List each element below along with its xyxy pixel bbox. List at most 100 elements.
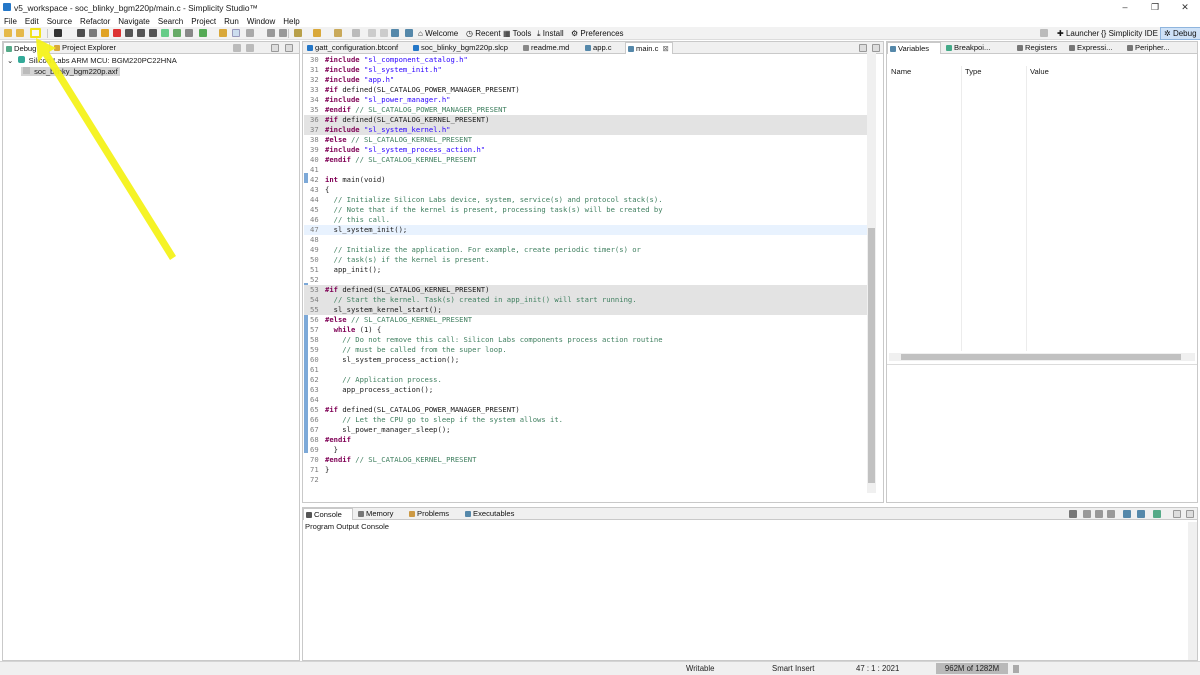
code-line[interactable]: 56 #else // SL_CATALOG_KERNEL_PRESENT [304, 315, 868, 325]
tree-root[interactable]: ⌄ Silicon Labs ARM MCU: BGM220PC22HNA [7, 56, 177, 65]
code-line[interactable]: 61 [304, 365, 868, 375]
annotation-icon[interactable] [294, 29, 302, 37]
collapse-all-icon[interactable] [233, 44, 241, 52]
code-line[interactable]: 65 #if defined(SL_CATALOG_POWER_MANAGER_P… [304, 405, 868, 415]
code-line[interactable]: 47 sl_system_init(); [304, 225, 868, 235]
preferences-button[interactable]: ⚙ Preferences [571, 28, 624, 39]
pin-console-icon[interactable] [1123, 510, 1131, 518]
column-name[interactable]: Name [891, 67, 911, 76]
code-line[interactable]: 68 #endif [304, 435, 868, 445]
code-line[interactable]: 66 // Let the CPU go to sleep if the sys… [304, 415, 868, 425]
import-icon[interactable] [405, 29, 413, 37]
back-icon[interactable] [334, 29, 342, 37]
code-line[interactable]: 60 sl_system_process_action(); [304, 355, 868, 365]
maximize-editor-icon[interactable] [872, 44, 880, 52]
tab-breakpoints[interactable]: Breakpoi... [944, 42, 1004, 54]
tab-expressions[interactable]: Expressi... [1067, 42, 1121, 54]
recent-button[interactable]: ◷ Recent [466, 28, 501, 39]
console-scrollbar[interactable] [1188, 522, 1197, 660]
suspend-icon[interactable] [101, 29, 109, 37]
code-line[interactable]: 44 // Initialize Silicon Labs device, sy… [304, 195, 868, 205]
code-line[interactable]: 32 #include "app.h" [304, 75, 868, 85]
open-perspective-icon[interactable] [1040, 29, 1048, 37]
menu-source[interactable]: Source [47, 17, 72, 26]
tree-child-selected[interactable]: soc_blinky_bgm220p.axf [21, 67, 120, 76]
menu-window[interactable]: Window [247, 17, 275, 26]
debug-run-icon[interactable] [199, 29, 207, 37]
toggle-view-icon[interactable] [232, 29, 240, 37]
save-icon[interactable] [267, 29, 275, 37]
menu-edit[interactable]: Edit [25, 17, 39, 26]
code-line[interactable]: 45 // Note that if the kernel is present… [304, 205, 868, 215]
column-type[interactable]: Type [965, 67, 981, 76]
menu-project[interactable]: Project [191, 17, 216, 26]
code-line[interactable]: 62 // Application process. [304, 375, 868, 385]
tab-debug[interactable]: Debug [3, 42, 50, 54]
code-line[interactable]: 55 sl_system_kernel_start(); [304, 305, 868, 315]
open-project-icon[interactable] [16, 29, 24, 37]
history-icon[interactable] [352, 29, 360, 37]
code-line[interactable]: 34 #include "sl_power_manager.h" [304, 95, 868, 105]
tab-problems[interactable]: Problems [407, 508, 457, 520]
tools-button[interactable]: ▦ Tools [503, 28, 531, 39]
close-button[interactable]: ✕ [1170, 0, 1200, 15]
code-line[interactable]: 30 #include "sl_component_catalog.h" [304, 55, 868, 65]
step-return-icon[interactable] [149, 29, 157, 37]
restore-button[interactable]: ❐ [1140, 0, 1170, 15]
terminate-icon[interactable] [113, 29, 121, 37]
code-line[interactable]: 41 [304, 165, 868, 175]
code-line[interactable]: 63 app_process_action(); [304, 385, 868, 395]
nav-back-icon[interactable] [368, 29, 376, 37]
code-line[interactable]: 67 sl_power_manager_sleep(); [304, 425, 868, 435]
step-over-icon[interactable] [137, 29, 145, 37]
code-line[interactable]: 52 [304, 275, 868, 285]
tab-executables[interactable]: Executables [463, 508, 521, 520]
clear-console-icon[interactable] [1083, 510, 1091, 518]
minimize-editor-icon[interactable] [859, 44, 867, 52]
code-line[interactable]: 46 // this call. [304, 215, 868, 225]
code-line[interactable]: 51 app_init(); [304, 265, 868, 275]
camera-icon[interactable] [54, 29, 62, 37]
variables-scroll-thumb[interactable] [901, 354, 1181, 360]
nav-forward-icon[interactable] [380, 29, 388, 37]
view-menu-icon[interactable] [246, 44, 254, 52]
code-line[interactable]: 38 #else // SL_CATALOG_KERNEL_PRESENT [304, 135, 868, 145]
tab-peripherals[interactable]: Peripher... [1125, 42, 1179, 54]
code-line[interactable]: 35 #endif // SL_CATALOG_POWER_MANAGER_PRE… [304, 105, 868, 115]
instruction-step-icon[interactable] [185, 29, 193, 37]
disconnect-icon[interactable] [89, 29, 97, 37]
expand-icon[interactable]: ⌄ [7, 56, 13, 65]
code-line[interactable]: 72 [304, 475, 868, 485]
maximize-view-icon[interactable] [285, 44, 293, 52]
code-line[interactable]: 31 #include "sl_system_init.h" [304, 65, 868, 75]
menu-file[interactable]: File [4, 17, 17, 26]
tab-console[interactable]: Console [303, 508, 353, 520]
resume-icon[interactable] [161, 29, 169, 37]
highlighted-toolbar-icon[interactable] [30, 28, 41, 38]
print-icon[interactable] [279, 29, 287, 37]
simplicity-ide-perspective[interactable]: {} Simplicity IDE [1101, 28, 1158, 39]
display-console-icon[interactable] [1137, 510, 1145, 518]
welcome-button[interactable]: ⌂ Welcome [418, 28, 458, 39]
word-wrap-icon[interactable] [1107, 510, 1115, 518]
minimize-button[interactable]: – [1110, 0, 1140, 15]
flash-icon[interactable] [219, 29, 227, 37]
maximize-console-icon[interactable] [1186, 510, 1194, 518]
debug-perspective[interactable]: ✲ Debug [1160, 27, 1200, 40]
editor-scrollbar[interactable] [867, 53, 876, 493]
lightbulb-icon[interactable] [313, 29, 321, 37]
code-line[interactable]: 71} [304, 465, 868, 475]
code-editor[interactable]: 30 #include "sl_component_catalog.h" 31 #in… [304, 53, 876, 501]
minimize-console-icon[interactable] [1173, 510, 1181, 518]
code-line[interactable]: 33 #if defined(SL_CATALOG_POWER_MANAGER_P… [304, 85, 868, 95]
tab-memory[interactable]: Memory [356, 508, 400, 520]
code-line[interactable]: 70 #endif // SL_CATALOG_KERNEL_PRESENT [304, 455, 868, 465]
garbage-collect-icon[interactable] [1013, 665, 1019, 673]
menu-search[interactable]: Search [158, 17, 183, 26]
code-line[interactable]: 69 } [304, 445, 868, 455]
code-line[interactable]: 39 #include "sl_system_process_action.h" [304, 145, 868, 155]
heap-status[interactable]: 962M of 1282M [936, 663, 1008, 674]
code-line[interactable]: 53 #if defined(SL_CATALOG_KERNEL_PRESENT) [304, 285, 868, 295]
code-line[interactable]: 42 int main(void) [304, 175, 868, 185]
tab-registers[interactable]: Registers [1015, 42, 1065, 54]
